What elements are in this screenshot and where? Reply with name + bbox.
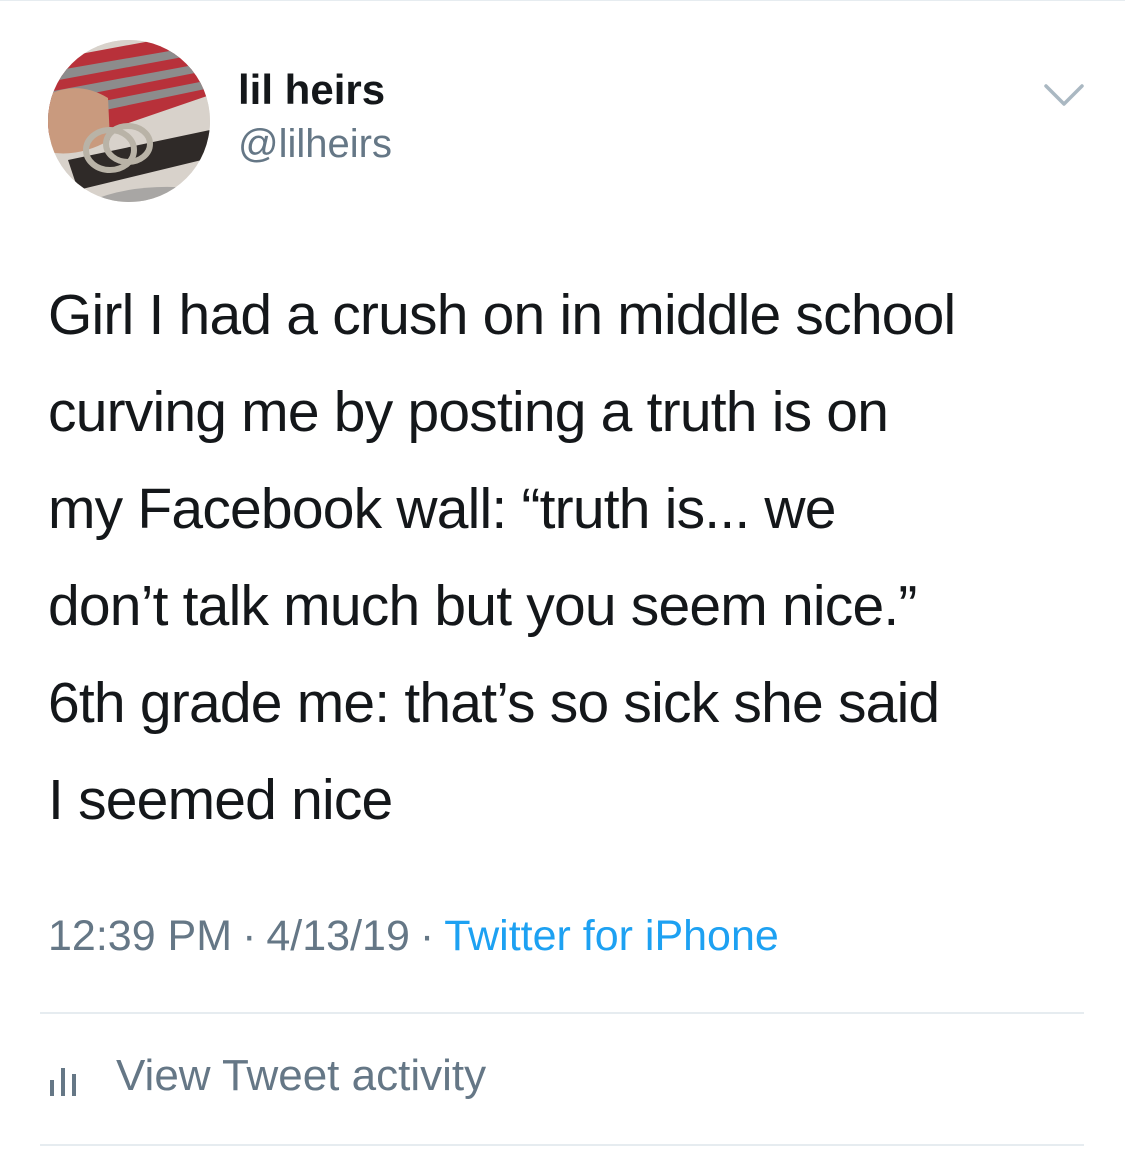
tweet-date: 4/13/19 [266, 912, 410, 960]
tweet-text-line: 6th grade me: that’s so sick she said [48, 671, 940, 735]
divider [40, 1012, 1084, 1014]
tweet-time: 12:39 PM [48, 912, 233, 960]
tweet-metadata: 12:39 PM · 4/13/19 · Twitter for iPhone [48, 908, 779, 964]
chevron-down-icon[interactable] [1040, 78, 1088, 112]
tweet-text-line: Girl I had a crush on in middle school [48, 283, 956, 347]
bar-chart-icon [48, 1062, 80, 1096]
tweet-text-line: I seemed nice [48, 768, 393, 832]
tweet-text-line: my Facebook wall: “truth is... we [48, 477, 836, 541]
tweet-text-line: don’t talk much but you seem nice.” [48, 574, 917, 638]
top-divider [0, 0, 1125, 1]
view-tweet-activity-label: View Tweet activity [116, 1051, 487, 1100]
tweet-text-line: curving me by posting a truth is on [48, 380, 889, 444]
separator-dot: · [242, 912, 257, 960]
tweet-header: lil heirs @lilheirs [48, 40, 1088, 205]
divider [40, 1144, 1084, 1146]
tweet-source-link[interactable]: Twitter for iPhone [444, 912, 779, 960]
separator-dot: · [419, 912, 435, 960]
avatar[interactable] [48, 40, 210, 202]
avatar-image [48, 40, 210, 202]
author-name[interactable]: lil heirs [238, 66, 385, 114]
author-handle[interactable]: @lilheirs [238, 120, 392, 168]
tweet-text: Girl I had a crush on in middle school c… [48, 267, 1088, 849]
